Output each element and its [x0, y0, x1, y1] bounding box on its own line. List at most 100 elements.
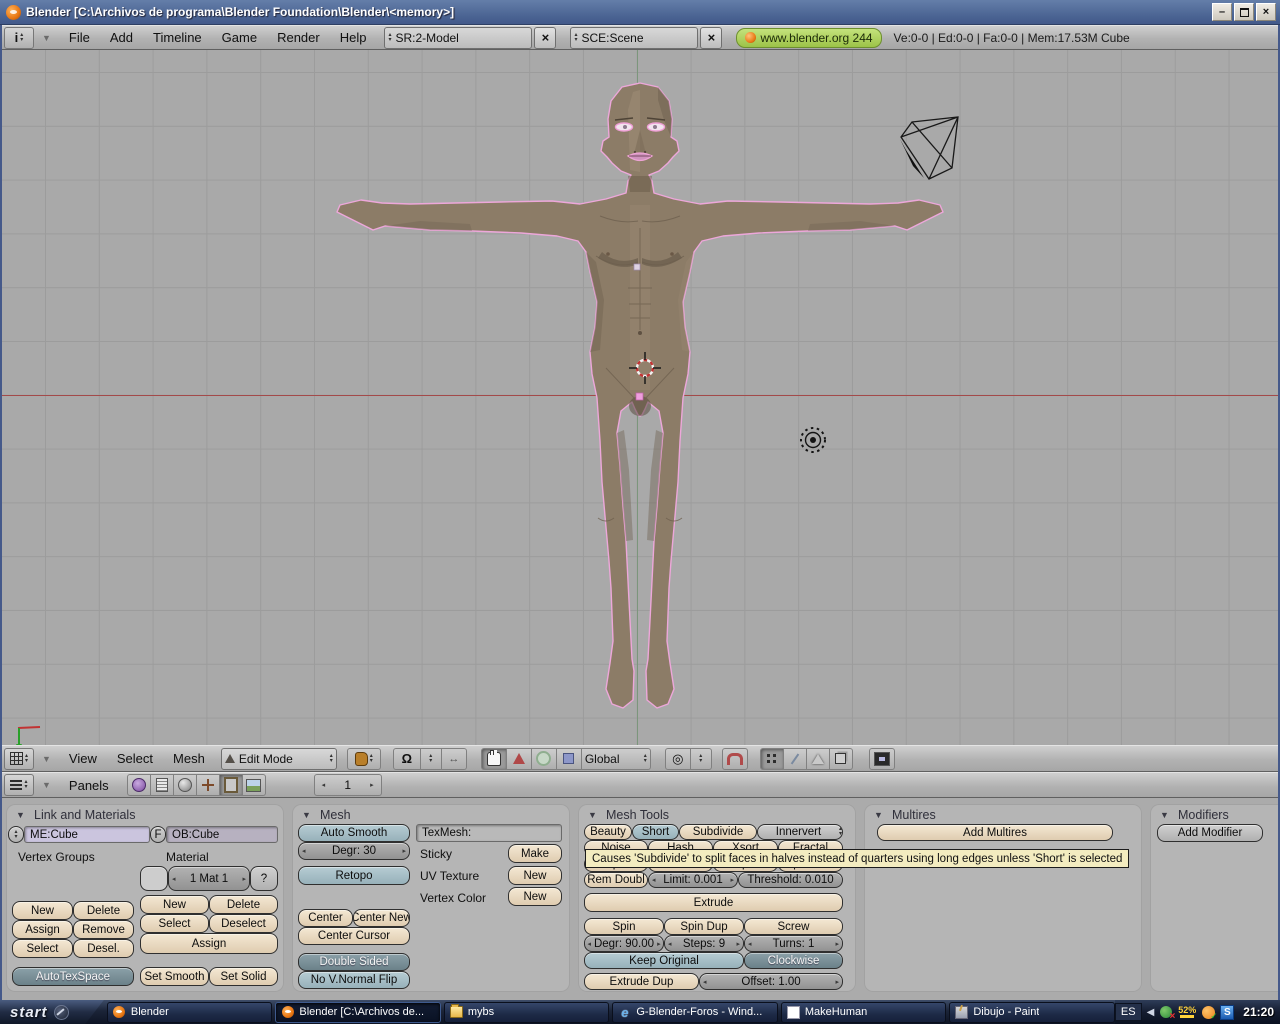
taskbar-item-makehuman[interactable]: MakeHuman [781, 1002, 947, 1023]
vgroup-deselect-button[interactable]: Desel. [73, 939, 134, 958]
scene-delete-button[interactable]: × [700, 27, 722, 49]
set-solid-button[interactable]: Set Solid [209, 967, 278, 986]
retopo-toggle[interactable]: Retopo [298, 866, 410, 885]
object-name-field[interactable]: OB:Cube [166, 826, 278, 843]
manipulator-hand-button[interactable] [481, 748, 507, 770]
pivot-stepper[interactable]: ▴▾ [691, 748, 712, 770]
center-new-button[interactable]: Center New [353, 909, 410, 927]
add-modifier-button[interactable]: Add Modifier [1157, 824, 1263, 842]
panel-multires[interactable]: ▼ Multires Add Multires [864, 804, 1142, 992]
panel-collapse-icon[interactable]: ▼ [1160, 810, 1169, 820]
texmesh-field[interactable]: TexMesh: [416, 824, 562, 842]
viewport-3d[interactable]: x (1) Cube [0, 50, 1280, 745]
camera-object[interactable] [900, 117, 958, 179]
uv-new-button[interactable]: New [508, 866, 562, 885]
menu-timeline[interactable]: Timeline [143, 30, 212, 45]
logic-context-button[interactable] [127, 774, 151, 796]
window-titlebar[interactable]: Blender [C:\Archivos de programa\Blender… [0, 0, 1280, 25]
scene-context-button[interactable] [243, 774, 266, 796]
snap-button[interactable] [722, 748, 748, 770]
taskbar-item-mybs[interactable]: mybs [444, 1002, 610, 1023]
battery-tray-icon[interactable]: 52% [1178, 1006, 1196, 1018]
panel-mesh[interactable]: ▼ Mesh Auto Smooth ◂Degr: 30▸ TexMesh: S… [292, 804, 570, 992]
window-type-button[interactable]: i ▴▾ [4, 27, 34, 49]
material-color-swatch[interactable] [140, 866, 168, 891]
script-context-button[interactable] [151, 774, 174, 796]
collapse-triangle-icon[interactable]: ▼ [42, 780, 51, 790]
menu-mesh[interactable]: Mesh [163, 751, 215, 766]
proportional-falloff-button[interactable]: ↔ [442, 748, 467, 770]
edge-select-button[interactable] [784, 748, 807, 770]
version-badge[interactable]: www.blender.org 244 [736, 28, 881, 48]
decrement-icon[interactable]: ◂ [649, 876, 659, 884]
render-preview-button[interactable] [869, 748, 895, 770]
update-tray-icon[interactable] [1201, 1005, 1215, 1019]
increment-icon[interactable]: ▸ [832, 978, 842, 986]
frame-number-field[interactable]: ◂ 1 ▸ [314, 774, 382, 796]
increment-icon[interactable]: ▸ [733, 940, 743, 948]
material-slot-stepper[interactable]: ◂ 1 Mat 1 ▸ [168, 866, 250, 891]
steps-stepper[interactable]: ◂Steps: 9▸ [664, 935, 744, 952]
degr90-stepper[interactable]: ◂Degr: 90.00▸ [584, 935, 664, 952]
panel-collapse-icon[interactable]: ▼ [874, 810, 883, 820]
auto-smooth-toggle[interactable]: Auto Smooth [298, 824, 410, 842]
proportional-stepper[interactable]: ▴▾ [421, 748, 442, 770]
vcol-new-button[interactable]: New [508, 887, 562, 906]
manipulator-rotate-button[interactable] [532, 748, 557, 770]
occlude-button[interactable] [830, 748, 853, 770]
scene-selector[interactable]: ▴▾ SCE:Scene [570, 27, 698, 49]
increment-icon[interactable]: ▸ [367, 781, 377, 789]
menu-view[interactable]: View [59, 751, 107, 766]
taskbar-clock[interactable]: 21:20 [1243, 1005, 1274, 1019]
increment-icon[interactable]: ▸ [832, 940, 842, 948]
innervert-menu[interactable]: Innervert▴▾ [757, 824, 843, 840]
restore-button[interactable] [1234, 3, 1254, 21]
threshold-stepper[interactable]: Threshold: 0.010 [738, 872, 843, 888]
taskbar-item-paint[interactable]: Dibujo - Paint [949, 1002, 1115, 1023]
menu-help[interactable]: Help [330, 30, 377, 45]
beauty-toggle[interactable]: Beauty [584, 824, 632, 840]
add-multires-button[interactable]: Add Multires [877, 824, 1113, 841]
orientation-dropdown[interactable]: Global ▴▾ [582, 748, 651, 770]
subdivide-button[interactable]: Subdivide [679, 824, 757, 840]
vgroup-select-button[interactable]: Select [12, 939, 73, 958]
object-context-button[interactable] [197, 774, 220, 796]
increment-icon[interactable]: ▸ [727, 876, 737, 884]
screen-delete-button[interactable]: × [534, 27, 556, 49]
taskbar-item-blender[interactable]: Blender [107, 1002, 273, 1023]
center-button[interactable]: Center [298, 909, 353, 927]
degr-stepper[interactable]: ◂Degr: 30▸ [298, 842, 410, 860]
sticky-make-button[interactable]: Make [508, 844, 562, 863]
taskbar-item-browser[interactable]: e G-Blender-Foros - Wind... [612, 1002, 778, 1023]
panel-mesh-tools[interactable]: ▼ Mesh Tools Beauty Short Subdivide Inne… [578, 804, 856, 992]
spin-dup-button[interactable]: Spin Dup [664, 918, 744, 935]
vgroup-assign-button[interactable]: Assign [12, 920, 73, 939]
material-assign-button[interactable]: Assign [140, 933, 278, 954]
menu-add[interactable]: Add [100, 30, 143, 45]
panel-collapse-icon[interactable]: ▼ [16, 810, 25, 820]
turns-stepper[interactable]: ◂Turns: 1▸ [744, 935, 843, 952]
material-help-button[interactable]: ? [250, 866, 278, 891]
limit-stepper[interactable]: ◂Limit: 0.001▸ [648, 872, 738, 888]
collapse-triangle-icon[interactable]: ▼ [42, 33, 51, 43]
proportional-edit-button[interactable]: Ω [393, 748, 421, 770]
taskbar-item-blender-active[interactable]: Blender [C:\Archivos de... [275, 1002, 441, 1023]
keep-original-toggle[interactable]: Keep Original [584, 952, 744, 969]
vertex-select-button[interactable] [760, 748, 784, 770]
set-smooth-button[interactable]: Set Smooth [140, 967, 209, 986]
material-deselect-button[interactable]: Deselect [209, 914, 278, 933]
screw-button[interactable]: Screw [744, 918, 843, 935]
menu-select[interactable]: Select [107, 751, 163, 766]
rem-doubles-button[interactable]: Rem Doubl [584, 872, 648, 888]
no-vnormal-flip-toggle[interactable]: No V.Normal Flip [298, 971, 410, 989]
autotexspace-toggle[interactable]: AutoTexSpace [12, 967, 134, 986]
minimize-button[interactable]: – [1212, 3, 1232, 21]
collapse-triangle-icon[interactable]: ▼ [42, 754, 51, 764]
material-new-button[interactable]: New [140, 895, 209, 914]
editor-type-button[interactable]: ▴▾ [4, 774, 34, 796]
menu-file[interactable]: File [59, 30, 100, 45]
increment-icon[interactable]: ▸ [399, 847, 409, 855]
lamp-object[interactable] [801, 428, 825, 452]
mesh-browse-button[interactable]: ▴▾ [8, 826, 24, 843]
manipulator-translate-button[interactable] [507, 748, 532, 770]
